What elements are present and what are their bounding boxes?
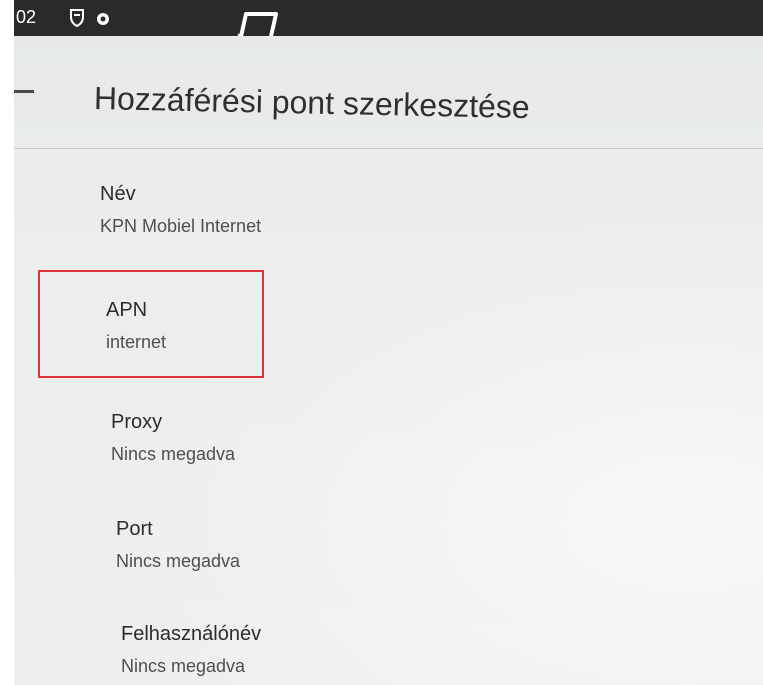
status-bar: 02: [14, 0, 763, 52]
pref-port-title: Port: [116, 518, 153, 540]
pref-name-title: Név: [100, 183, 136, 205]
pref-port-summary: Nincs megadva: [116, 551, 241, 571]
apn-edit-screen: 02 Hozzáférési pont szerkesztése Név KPN…: [14, 0, 763, 685]
pref-apn[interactable]: APN internet: [106, 299, 626, 353]
pref-proxy-title: Proxy: [111, 411, 163, 433]
pref-apn-summary: internet: [106, 332, 167, 352]
pref-username-title: Felhasználónév: [121, 623, 262, 645]
page-title: Hozzáférési pont szerkesztése: [93, 80, 531, 126]
preference-list: Név KPN Mobiel Internet APN internet Pro…: [14, 149, 763, 685]
status-time: 02: [16, 7, 37, 27]
notification-blob-icon: [97, 13, 109, 25]
app-toolbar: Hozzáférési pont szerkesztése: [14, 36, 763, 149]
pref-name-summary: KPN Mobiel Internet: [100, 216, 262, 236]
pref-name[interactable]: Név KPN Mobiel Internet: [100, 183, 620, 237]
pref-proxy[interactable]: Proxy Nincs megadva: [111, 411, 631, 465]
pref-apn-title: APN: [106, 299, 148, 321]
shield-icon: [70, 9, 84, 28]
pref-port[interactable]: Port Nincs megadva: [116, 518, 636, 572]
back-arrow-icon[interactable]: [14, 90, 34, 93]
pref-username[interactable]: Felhasználónév Nincs megadva: [121, 623, 641, 677]
pref-proxy-summary: Nincs megadva: [111, 444, 236, 464]
pref-username-summary: Nincs megadva: [121, 656, 246, 676]
